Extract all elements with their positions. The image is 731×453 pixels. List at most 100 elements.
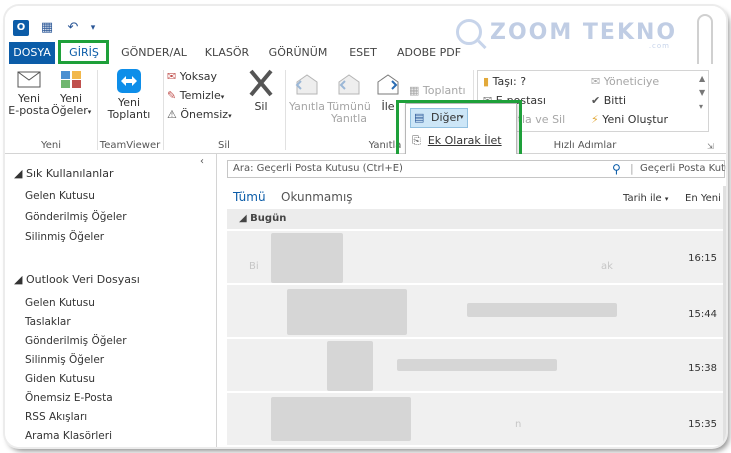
- message-list: Ara: Geçerli Posta Kutusu (Ctrl+E) ⚲ | G…: [221, 154, 726, 447]
- message-row[interactable]: n 15:35: [227, 392, 725, 445]
- teamviewer-icon: [117, 69, 141, 93]
- quick-step-move[interactable]: ▮ Taşı: ?: [483, 75, 526, 89]
- tab-file[interactable]: DOSYA: [9, 42, 55, 64]
- search-scope[interactable]: Geçerli Posta Kutusu: [640, 163, 726, 174]
- group-label-quick-steps: Hızlı Adımlar: [553, 140, 617, 151]
- undo-icon[interactable]: ↶: [65, 20, 81, 36]
- meeting-label: Toplantı: [422, 84, 466, 97]
- folder-icon: ▮: [483, 75, 490, 88]
- redacted-block: [467, 303, 617, 317]
- chevron-down-icon: ▾: [228, 112, 232, 120]
- redacted-block: [397, 359, 557, 371]
- quick-step-manager[interactable]: ✉ Yöneticiye: [591, 75, 659, 89]
- delete-button[interactable]: Sil: [241, 68, 281, 113]
- folder-junk[interactable]: Önemsiz E-Posta: [25, 392, 113, 404]
- separator: [163, 70, 164, 150]
- quick-step-done[interactable]: ✔ Bitti: [591, 94, 626, 108]
- forward-icon: [377, 74, 399, 95]
- group-label-delete: Sil: [218, 140, 230, 151]
- ignore-button[interactable]: ✉ Yoksay: [167, 70, 217, 84]
- reply-button[interactable]: Yanıtla: [287, 72, 327, 113]
- qs-done-label: Bitti: [603, 94, 627, 107]
- reply-all-button[interactable]: Tümünü Yanıtla: [327, 72, 371, 125]
- separator: [285, 70, 286, 150]
- group-header-today[interactable]: ◢ Bugün: [227, 209, 725, 229]
- customize-toolbar-icon[interactable]: ▾: [85, 20, 101, 36]
- search-icon[interactable]: ⚲: [612, 162, 626, 176]
- folder-search[interactable]: Arama Klasörleri: [25, 430, 112, 442]
- search-input[interactable]: Ara: Geçerli Posta Kutusu (Ctrl+E) ⚲ | G…: [227, 160, 726, 178]
- folder-inbox[interactable]: Gelen Kutusu: [25, 297, 95, 309]
- folder-deleted[interactable]: Silinmiş Öğeler: [25, 354, 104, 366]
- send-receive-icon[interactable]: ▦: [39, 20, 55, 36]
- folder-fav-deleted[interactable]: Silinmiş Öğeler: [25, 231, 104, 243]
- teamviewer-label-2: Toplantı: [107, 108, 151, 121]
- delete-label: Sil: [254, 100, 268, 113]
- redacted-block: [271, 397, 411, 441]
- list-scrollbar[interactable]: [723, 186, 726, 446]
- redacted-block: [327, 341, 373, 391]
- chevron-down-icon: ▾: [664, 195, 669, 203]
- tab-send-receive[interactable]: GÖNDER/AL: [117, 42, 191, 64]
- order-label: En Yeni: [685, 193, 721, 204]
- folder-fav-sent[interactable]: Gönderilmiş Öğeler: [25, 211, 127, 223]
- folder-pane: ◢ Sık Kullanılanlar Gelen Kutusu Gönderi…: [5, 154, 217, 447]
- gallery-scroll-arrows[interactable]: ▲ ▼ ▾: [699, 72, 705, 114]
- separator: [97, 70, 98, 150]
- cleanup-button[interactable]: ✎ Temizle▾: [167, 89, 224, 104]
- message-row[interactable]: 15:44: [227, 284, 725, 337]
- more-dropdown-highlight: [396, 100, 522, 159]
- datafile-label: Outlook Veri Dosyası: [25, 273, 140, 286]
- new-email-button[interactable]: Yeni E-posta: [7, 68, 51, 117]
- ignore-icon: ✉: [167, 70, 177, 83]
- quick-step-new[interactable]: ⚡ Yeni Oluştur: [591, 113, 668, 127]
- favorites-header[interactable]: ◢ Sık Kullanılanlar: [14, 167, 113, 180]
- message-row[interactable]: Bi ak 16:15: [227, 230, 725, 283]
- new-items-button[interactable]: Yeni Öğeler▾: [51, 68, 91, 118]
- outlook-app-icon[interactable]: O: [13, 20, 29, 36]
- folder-fav-inbox[interactable]: Gelen Kutusu: [25, 190, 95, 202]
- tab-view[interactable]: GÖRÜNÜM: [267, 42, 329, 64]
- junk-label: Önemsiz: [180, 108, 229, 121]
- home-tab-highlight: [58, 40, 109, 64]
- message-time: 15:35: [688, 419, 717, 430]
- check-icon: ✔: [591, 94, 601, 107]
- tab-folder[interactable]: KLASÖR: [201, 42, 253, 64]
- message-row[interactable]: 15:38: [227, 338, 725, 391]
- redacted-block: [271, 233, 343, 283]
- collapse-pane-icon[interactable]: ‹: [200, 156, 204, 167]
- reply-label: Yanıtla: [288, 100, 326, 113]
- sort-label: Tarih ile: [623, 193, 662, 204]
- sort-by[interactable]: Tarih ile ▾: [623, 193, 668, 204]
- datafile-header[interactable]: ◢ Outlook Veri Dosyası: [14, 273, 140, 286]
- reply-all-label-2: Yanıtla: [330, 112, 368, 125]
- folder-rss[interactable]: RSS Akışları: [25, 411, 87, 423]
- search-divider: |: [630, 162, 634, 175]
- group-title: ◢ Bugün: [239, 213, 287, 224]
- tab-adobe-pdf[interactable]: ADOBE PDF: [393, 42, 465, 64]
- cleanup-icon: ✎: [167, 89, 177, 102]
- filter-unread[interactable]: Okunmamış: [281, 190, 353, 204]
- reply-all-icon: [338, 74, 360, 95]
- message-time: 15:38: [688, 363, 717, 374]
- delete-x-icon: [249, 69, 273, 97]
- folder-sent[interactable]: Gönderilmiş Öğeler: [25, 335, 127, 347]
- ribbon-tabs: DOSYA GİRİŞ GÖNDER/AL KLASÖR GÖRÜNÜM ESE…: [5, 42, 726, 64]
- new-items-label-2-text: Öğeler: [51, 104, 88, 117]
- ignore-label: Yoksay: [179, 70, 218, 83]
- filter-all[interactable]: Tümü: [233, 190, 266, 204]
- calendar-icon: ▦: [409, 84, 420, 97]
- dialog-launcher-icon[interactable]: ⇲: [707, 142, 714, 151]
- message-time: 15:44: [688, 309, 717, 320]
- message-time: 16:15: [688, 253, 717, 264]
- tab-eset[interactable]: ESET: [345, 42, 381, 64]
- folder-drafts[interactable]: Taslaklar: [25, 316, 71, 328]
- meeting-button[interactable]: ▦ Toplantı: [409, 84, 466, 98]
- new-items-icon: [61, 71, 81, 88]
- new-items-label-2: Öğeler▾: [51, 105, 91, 118]
- sort-order[interactable]: En Yeni ↓: [685, 193, 726, 204]
- junk-button[interactable]: ⚠ Önemsiz▾: [167, 108, 232, 123]
- teamviewer-meeting-button[interactable]: Yeni Toplantı: [101, 68, 157, 121]
- folder-outbox[interactable]: Giden Kutusu: [25, 373, 95, 385]
- chevron-down-icon: ▾: [220, 93, 225, 101]
